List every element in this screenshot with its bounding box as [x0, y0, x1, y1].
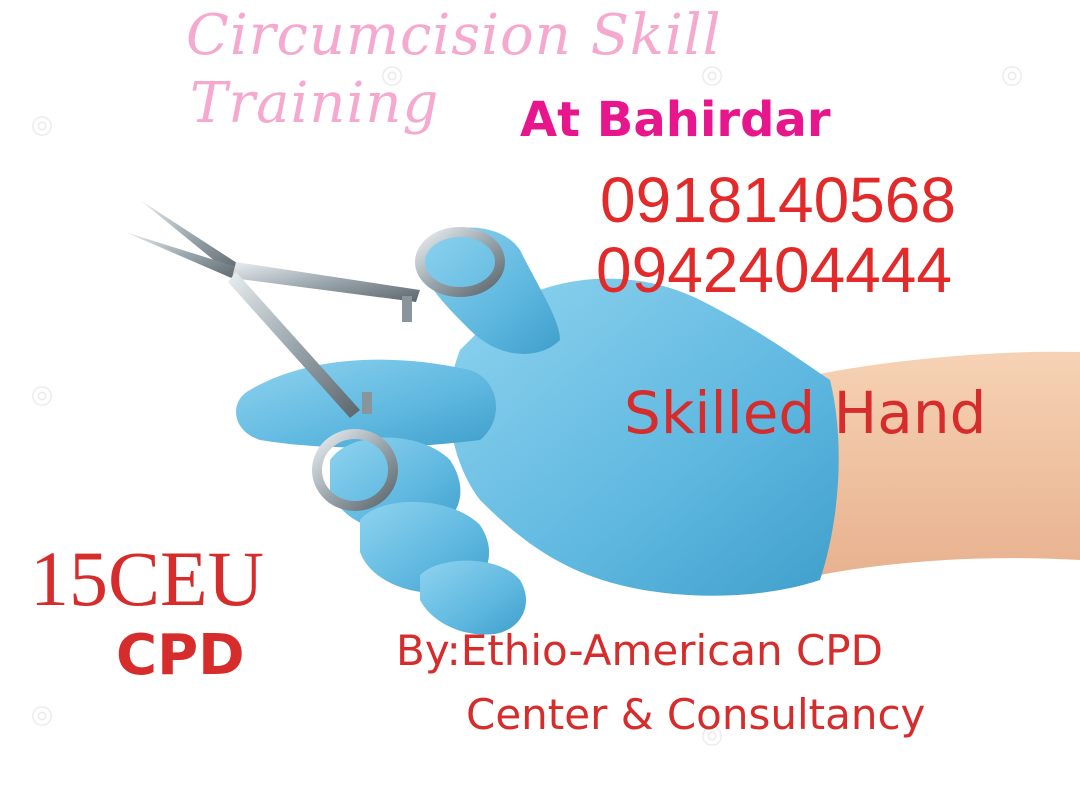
title-line-1: Circumcision Skill — [186, 3, 722, 68]
scissors-ratchet-lower — [362, 392, 372, 414]
tagline: Skilled Hand — [624, 379, 987, 447]
location-label: At Bahirdar — [520, 92, 831, 148]
phone-number-1: 0918140568 — [600, 164, 956, 236]
phone-number-2: 0942404444 — [596, 234, 952, 306]
scissors-ratchet-upper — [402, 296, 412, 322]
scissors-shank-upper — [232, 262, 420, 302]
title-line-2: Training — [190, 71, 440, 136]
organizer-line-2: Center & Consultancy — [466, 690, 926, 739]
poster-canvas: ◎ ◎ ◎ ◎ ◎ ◎ ◎ ◎ ◎ — [0, 0, 1080, 812]
ceu-label: 15CEU — [30, 535, 264, 622]
cpd-label: CPD — [116, 623, 245, 688]
glove-little-finger-shape — [420, 560, 526, 635]
organizer-line-1: By:Ethio-American CPD — [396, 626, 883, 675]
